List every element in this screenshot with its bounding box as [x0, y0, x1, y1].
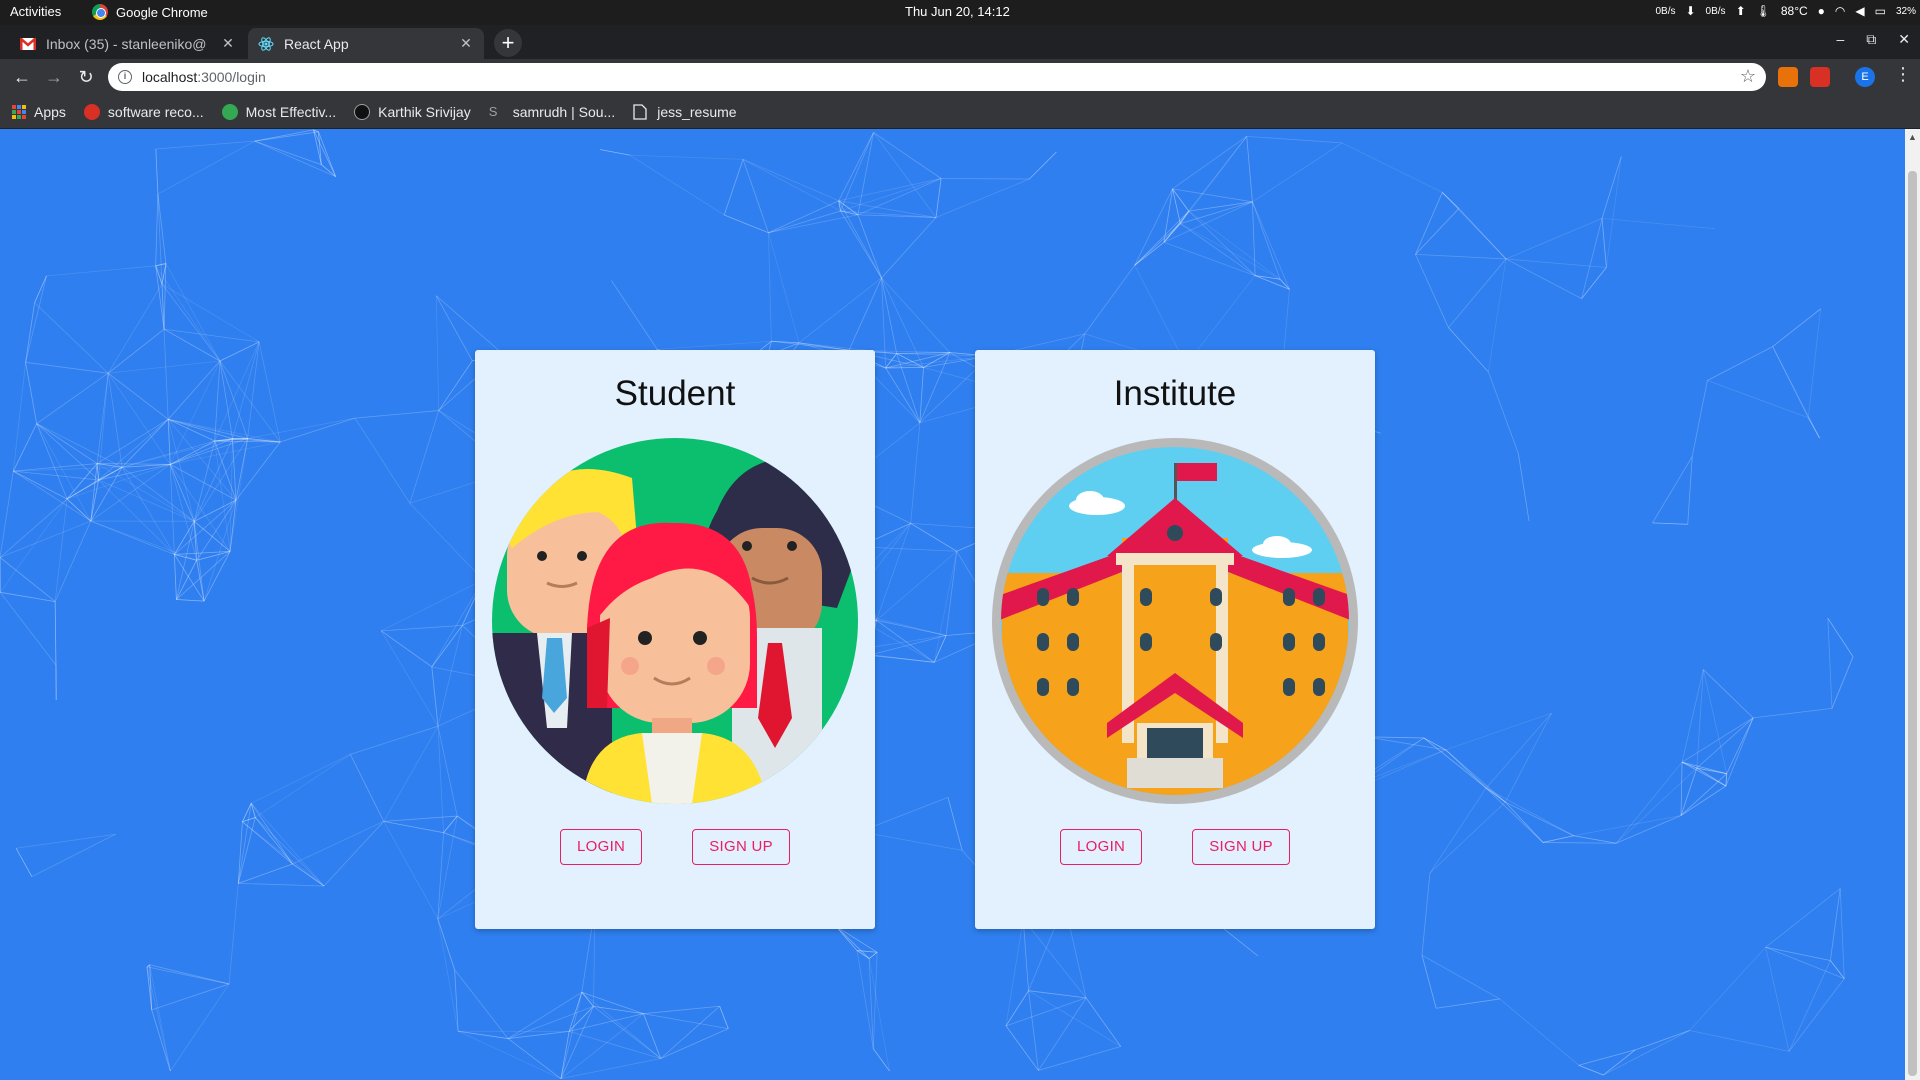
s-icon: S: [488, 103, 498, 119]
institute-building-illustration: [992, 438, 1358, 804]
close-window-icon[interactable]: ✕: [1898, 31, 1910, 48]
page-scrollbar[interactable]: ▲: [1905, 129, 1920, 1080]
bookmark-jess-resume[interactable]: jess_resume: [633, 103, 737, 120]
battery-percent: 32%: [1895, 5, 1916, 17]
address-bar[interactable]: i localhost:3000/login ☆: [108, 63, 1766, 91]
bookmark-most-effective[interactable]: Most Effectiv...: [221, 103, 337, 120]
extension-red-icon[interactable]: [1810, 67, 1830, 87]
chrome-icon: [92, 4, 108, 20]
thermometer-icon: 🌡: [1755, 4, 1771, 18]
react-icon: [258, 36, 274, 52]
notification-icon: ●: [1817, 4, 1825, 18]
student-card: Student LOGIN SIGN UP: [475, 350, 875, 929]
window-controls: – ⧉ ✕: [1836, 31, 1910, 48]
bookmarks-bar: Apps software reco... Most Effectiv... K…: [0, 95, 1920, 129]
browser-tab-strip: Inbox (35) - stanleeniko@ ✕ React App ✕ …: [0, 25, 1920, 59]
close-tab-icon[interactable]: ✕: [458, 35, 474, 52]
student-login-button[interactable]: LOGIN: [560, 829, 643, 865]
site-icon: [221, 103, 238, 120]
institute-actions: LOGIN SIGN UP: [975, 829, 1375, 865]
gmail-icon: [20, 36, 36, 52]
page-viewport: Student LOGIN SIGN UP Institute LOGIN SI…: [0, 129, 1905, 1080]
bookmark-software-reco[interactable]: software reco...: [83, 103, 204, 120]
bookmark-label: jess_resume: [657, 103, 737, 120]
card-title: Institute: [1113, 374, 1237, 413]
app-menu[interactable]: Google Chrome: [92, 4, 208, 20]
temperature-readout: 88°C: [1780, 4, 1808, 18]
bookmark-label: samrudh | Sou...: [512, 103, 616, 120]
bookmark-apps[interactable]: Apps: [12, 104, 66, 120]
scroll-up-icon[interactable]: ▲: [1908, 132, 1917, 142]
bookmark-star-icon[interactable]: ☆: [1740, 66, 1756, 87]
download-arrow-icon: ⬇: [1685, 4, 1696, 18]
net-down-rate: 0B/s: [1655, 5, 1676, 17]
bookmark-samrudh[interactable]: S samrudh | Sou...: [489, 104, 615, 120]
volume-icon: ◀: [1855, 4, 1865, 18]
upload-arrow-icon: ⬆: [1735, 4, 1746, 18]
ask-icon: [83, 103, 100, 120]
tab-title: React App: [284, 35, 349, 52]
url-host: localhost: [142, 69, 198, 85]
bookmark-label: Apps: [34, 103, 66, 120]
reload-icon[interactable]: ↻: [74, 65, 98, 89]
document-icon: [633, 103, 649, 120]
student-signup-button[interactable]: SIGN UP: [692, 829, 790, 865]
back-arrow-icon[interactable]: ←: [10, 65, 34, 89]
net-up-rate: 0B/s: [1705, 5, 1726, 17]
site-info-icon[interactable]: i: [118, 70, 132, 84]
student-actions: LOGIN SIGN UP: [475, 829, 875, 865]
url-path: :3000/login: [197, 69, 266, 85]
profile-avatar[interactable]: E: [1855, 67, 1875, 87]
students-illustration: [492, 438, 858, 804]
close-tab-icon[interactable]: ✕: [220, 35, 236, 52]
system-tray[interactable]: 0B/s ⬇ 0B/s ⬆ 🌡 88°C ● ◠ ◀ ▭ 32%: [1655, 4, 1916, 18]
bookmark-label: Most Effectiv...: [245, 103, 337, 120]
app-menu-label: Google Chrome: [116, 4, 208, 20]
wifi-icon: ◠: [1834, 4, 1846, 18]
tab-title: Inbox (35) - stanleeniko@: [46, 35, 207, 52]
activities-button[interactable]: Activities: [10, 4, 61, 19]
scrollbar-thumb[interactable]: [1908, 171, 1917, 1076]
tab-react-app[interactable]: React App ✕: [248, 28, 484, 59]
new-tab-button[interactable]: +: [494, 29, 522, 57]
battery-icon: ▭: [1874, 4, 1886, 18]
github-icon: [354, 103, 371, 120]
network-background: [0, 129, 1854, 1080]
apps-grid-icon: [12, 104, 26, 119]
institute-card: Institute LOGIN SIGN UP: [975, 350, 1375, 929]
institute-login-button[interactable]: LOGIN: [1060, 829, 1143, 865]
extension-metamask-icon[interactable]: [1778, 67, 1798, 87]
browser-toolbar: ← → ↻ i localhost:3000/login ☆ E ⋮: [0, 59, 1920, 95]
minimize-icon[interactable]: –: [1836, 31, 1844, 48]
bookmark-label: software reco...: [107, 103, 204, 120]
clock[interactable]: Thu Jun 20, 14:12: [905, 4, 1010, 19]
system-top-bar: Activities Google Chrome Thu Jun 20, 14:…: [0, 0, 1920, 25]
bookmark-karthik[interactable]: Karthik Srivijay: [354, 103, 471, 120]
bookmark-label: Karthik Srivijay: [378, 103, 471, 120]
restore-icon[interactable]: ⧉: [1866, 31, 1876, 48]
tab-inbox[interactable]: Inbox (35) - stanleeniko@ ✕: [10, 28, 246, 59]
forward-arrow-icon[interactable]: →: [42, 65, 66, 89]
browser-menu-icon[interactable]: ⋮: [1894, 64, 1912, 85]
card-title: Student: [614, 374, 736, 413]
institute-signup-button[interactable]: SIGN UP: [1192, 829, 1290, 865]
